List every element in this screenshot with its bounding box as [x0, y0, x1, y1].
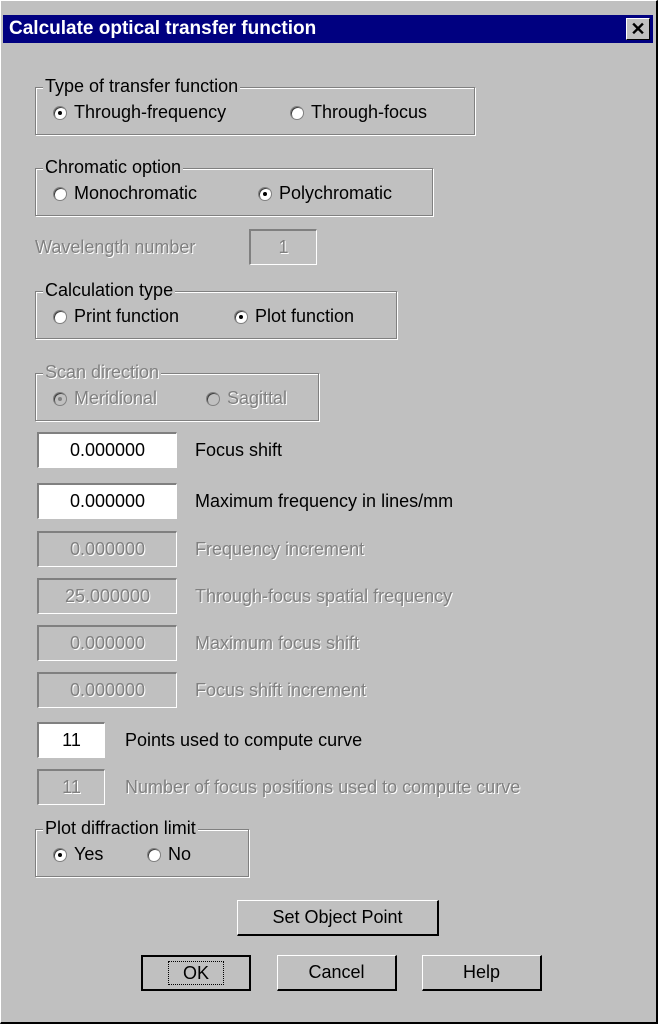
cancel-button[interactable]: Cancel [277, 955, 397, 991]
radio-label: Through-frequency [74, 102, 227, 122]
radio-label: Meridional [74, 388, 158, 408]
radio-meridional[interactable]: Meridional [53, 388, 157, 409]
dialog-window: Calculate optical transfer function ✕ Ty… [0, 0, 658, 1024]
maximum-focus-shift-field[interactable]: 0.000000 [37, 625, 177, 661]
through-focus-frequency-label: Through-focus spatial frequency [195, 586, 453, 606]
focus-positions-field[interactable]: 11 [37, 769, 105, 805]
radio-label: Print function [74, 306, 180, 326]
points-label: Points used to compute curve [125, 730, 363, 750]
radio-selected-icon [53, 105, 67, 120]
diffraction-limit-group: Plot diffraction limit Yes No [35, 818, 249, 877]
radio-through-focus[interactable]: Through-focus [290, 102, 427, 123]
radio-icon [290, 105, 304, 120]
radio-label: Through-focus [311, 102, 428, 122]
radio-icon [53, 186, 67, 201]
radio-plot-function[interactable]: Plot function [234, 306, 354, 327]
dialog-title: Calculate optical transfer function [9, 18, 317, 39]
diffraction-limit-legend: Plot diffraction limit [43, 818, 198, 839]
radio-print-function[interactable]: Print function [53, 306, 179, 327]
radio-icon [206, 391, 220, 406]
close-button[interactable]: ✕ [626, 18, 650, 40]
transfer-type-legend: Type of transfer function [43, 76, 241, 97]
through-focus-frequency-field[interactable]: 25.000000 [37, 578, 177, 614]
close-icon: ✕ [630, 19, 646, 39]
focus-shift-increment-field[interactable]: 0.000000 [37, 672, 177, 708]
set-object-point-button[interactable]: Set Object Point [237, 900, 439, 936]
title-bar[interactable]: Calculate optical transfer function ✕ [3, 15, 653, 43]
transfer-type-group: Type of transfer function Through-freque… [35, 76, 475, 135]
radio-through-frequency[interactable]: Through-frequency [53, 102, 226, 123]
ok-button[interactable]: OK [141, 955, 251, 991]
wavelength-number-field[interactable]: 1 [249, 229, 317, 265]
radio-monochromatic[interactable]: Monochromatic [53, 183, 197, 204]
radio-label: Yes [74, 844, 104, 864]
radio-icon [147, 847, 161, 862]
radio-label: Sagittal [227, 388, 288, 408]
radio-label: No [168, 844, 192, 864]
scan-direction-group: Scan direction Meridional Sagittal [35, 362, 319, 421]
calculation-type-group: Calculation type Print function Plot fun… [35, 280, 397, 339]
ok-button-label: OK [167, 961, 224, 985]
radio-no[interactable]: No [147, 844, 191, 865]
chromatic-option-group: Chromatic option Monochromatic Polychrom… [35, 157, 433, 216]
focus-shift-field[interactable]: 0.000000 [37, 432, 177, 468]
help-button[interactable]: Help [422, 955, 542, 991]
chromatic-option-legend: Chromatic option [43, 157, 184, 178]
maximum-frequency-field[interactable]: 0.000000 [37, 483, 177, 519]
radio-polychromatic[interactable]: Polychromatic [258, 183, 392, 204]
radio-label: Polychromatic [279, 183, 393, 203]
focus-shift-label: Focus shift [195, 440, 283, 460]
radio-selected-icon [258, 186, 272, 201]
focus-shift-increment-label: Focus shift increment [195, 680, 367, 700]
radio-selected-icon [53, 847, 67, 862]
wavelength-number-label: Wavelength number [35, 237, 196, 257]
radio-label: Monochromatic [74, 183, 198, 203]
frequency-increment-label: Frequency increment [195, 539, 365, 559]
maximum-frequency-label: Maximum frequency in lines/mm [195, 491, 454, 511]
radio-icon [53, 309, 67, 324]
maximum-focus-shift-label: Maximum focus shift [195, 633, 360, 653]
radio-selected-icon [53, 391, 67, 406]
focus-positions-label: Number of focus positions used to comput… [125, 777, 521, 797]
scan-direction-legend: Scan direction [43, 362, 162, 383]
points-field[interactable]: 11 [37, 722, 105, 758]
radio-sagittal[interactable]: Sagittal [206, 388, 287, 409]
frequency-increment-field[interactable]: 0.000000 [37, 531, 177, 567]
calculation-type-legend: Calculation type [43, 280, 176, 301]
radio-yes[interactable]: Yes [53, 844, 103, 865]
radio-selected-icon [234, 309, 248, 324]
radio-label: Plot function [255, 306, 355, 326]
